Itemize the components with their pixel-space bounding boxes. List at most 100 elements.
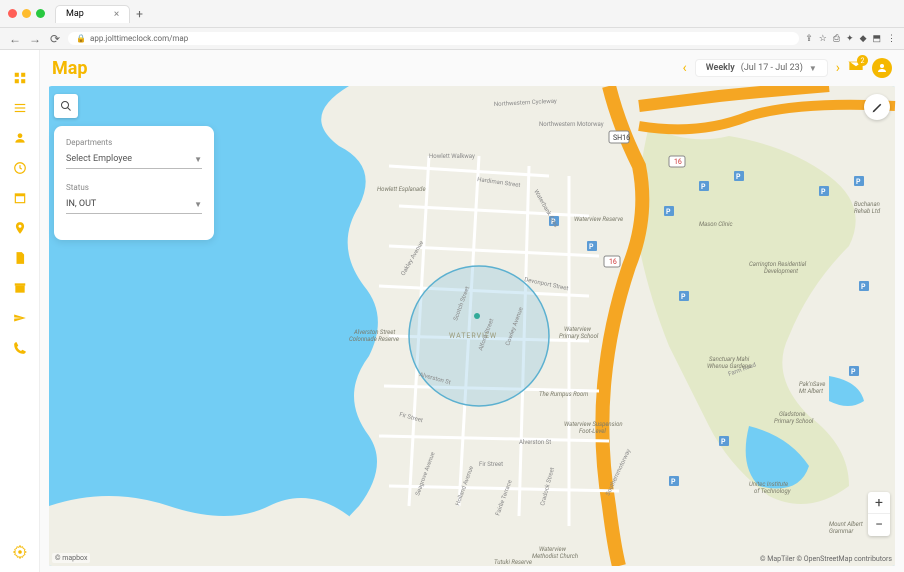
back-button[interactable]: ←	[8, 32, 22, 46]
period-select[interactable]: Weekly (Jul 17 - Jul 23) ▼	[695, 59, 828, 77]
svg-text:Howlett Walkway: Howlett Walkway	[429, 153, 475, 160]
lock-icon: 🔒	[76, 34, 86, 43]
svg-text:Unitec Institute: Unitec Institute	[749, 481, 788, 488]
period-label: Weekly	[706, 63, 735, 73]
phone-icon[interactable]	[12, 340, 28, 356]
svg-text:Mount Albert: Mount Albert	[829, 521, 863, 528]
svg-text:Mt Albert: Mt Albert	[799, 388, 823, 395]
svg-text:Alverston St: Alverston St	[519, 439, 551, 446]
extension-icon-3[interactable]: ⬒	[872, 34, 881, 44]
more-icon[interactable]: ⋮	[887, 34, 896, 44]
svg-text:P: P	[671, 478, 676, 486]
svg-text:Grammar: Grammar	[829, 528, 854, 535]
url-input[interactable]: 🔒 app.jolttimeclock.com/map	[68, 32, 799, 45]
url-actions: ⇪ ☆ ⎙ ✦ ◆ ⬒ ⋮	[805, 34, 896, 44]
departure-icon[interactable]	[12, 310, 28, 326]
close-window-icon[interactable]	[8, 9, 17, 18]
svg-text:P: P	[681, 293, 686, 301]
employee-select[interactable]: Select Employee ▼	[66, 150, 202, 169]
profile-button[interactable]	[872, 58, 892, 78]
status-value: IN, OUT	[66, 199, 96, 209]
page-title: Map	[52, 58, 88, 79]
notification-badge: 2	[857, 55, 868, 66]
chevron-down-icon: ▼	[809, 64, 817, 73]
prev-period-button[interactable]: ‹	[683, 60, 687, 76]
sidebar	[0, 50, 40, 572]
status-select[interactable]: IN, OUT ▼	[66, 195, 202, 214]
reload-button[interactable]: ⟳	[48, 32, 62, 46]
window-controls	[8, 9, 45, 18]
map[interactable]: P P P P P P P P P P P P SH16 16 1	[46, 86, 898, 566]
period-range: (Jul 17 - Jul 23)	[741, 63, 803, 73]
filter-panel: Departments Select Employee ▼ Status IN,…	[54, 126, 214, 240]
svg-text:Sanctuary Mahi: Sanctuary Mahi	[709, 356, 750, 363]
svg-text:Whenua Gardens: Whenua Gardens	[707, 363, 751, 370]
calendar-icon[interactable]	[12, 190, 28, 206]
svg-text:Methodist Church: Methodist Church	[532, 553, 578, 560]
map-attribution: © MapTiler © OpenStreetMap contributors	[760, 555, 892, 563]
svg-text:Howlett Esplanade: Howlett Esplanade	[377, 186, 426, 193]
departments-label: Departments	[66, 138, 202, 147]
svg-text:Tutuki Reserve: Tutuki Reserve	[494, 559, 532, 566]
location-icon[interactable]	[12, 220, 28, 236]
archive-icon[interactable]	[12, 280, 28, 296]
dashboard-icon[interactable]	[12, 70, 28, 86]
svg-text:16: 16	[674, 158, 682, 166]
svg-text:of Technology: of Technology	[754, 488, 791, 495]
chevron-down-icon: ▼	[194, 200, 202, 209]
new-tab-icon[interactable]: +	[136, 7, 143, 21]
minimize-window-icon[interactable]	[22, 9, 31, 18]
svg-text:Waterview: Waterview	[564, 326, 592, 333]
extension-icon-2[interactable]: ◆	[860, 34, 867, 44]
list-icon[interactable]	[12, 100, 28, 116]
svg-text:P: P	[701, 183, 706, 191]
next-period-button[interactable]: ›	[836, 60, 840, 76]
svg-text:Rehab Ltd: Rehab Ltd	[854, 208, 881, 215]
status-label: Status	[66, 183, 202, 192]
maximize-window-icon[interactable]	[36, 9, 45, 18]
clock-icon[interactable]	[12, 160, 28, 176]
svg-text:Alverston Street: Alverston Street	[353, 329, 395, 336]
browser-tab[interactable]: Map ×	[55, 5, 130, 23]
zoom-in-button[interactable]: +	[868, 492, 890, 514]
print-icon[interactable]: ⎙	[833, 34, 840, 44]
document-icon[interactable]	[12, 250, 28, 266]
map-edit-button[interactable]	[864, 94, 890, 120]
svg-text:P: P	[851, 368, 856, 376]
browser-chrome: Map × +	[0, 0, 904, 28]
mapbox-logo: © mapbox	[52, 553, 90, 563]
share-icon[interactable]: ⇪	[805, 34, 813, 44]
settings-icon[interactable]	[12, 544, 28, 560]
svg-text:P: P	[666, 208, 671, 216]
url-bar: ← → ⟳ 🔒 app.jolttimeclock.com/map ⇪ ☆ ⎙ …	[0, 28, 904, 50]
close-tab-icon[interactable]: ×	[114, 9, 119, 20]
header: Map ‹ Weekly (Jul 17 - Jul 23) ▼ › 2	[40, 50, 904, 86]
map-search-button[interactable]	[54, 94, 78, 118]
svg-text:P: P	[861, 283, 866, 291]
svg-text:16: 16	[609, 258, 617, 266]
svg-text:P: P	[821, 188, 826, 196]
zoom-out-button[interactable]: −	[868, 514, 890, 536]
svg-text:The Rumpus Room: The Rumpus Room	[539, 391, 588, 398]
svg-text:Primary School: Primary School	[774, 418, 814, 425]
people-icon[interactable]	[12, 130, 28, 146]
svg-text:Buchanan: Buchanan	[854, 201, 880, 208]
svg-text:P: P	[856, 178, 861, 186]
star-icon[interactable]: ☆	[819, 34, 827, 44]
notifications-button[interactable]: 2	[848, 58, 864, 78]
svg-text:Development: Development	[764, 268, 798, 275]
svg-text:SH16: SH16	[613, 134, 630, 142]
svg-text:Waterview Reserve: Waterview Reserve	[574, 216, 623, 223]
forward-button[interactable]: →	[28, 32, 42, 46]
svg-text:P: P	[589, 243, 594, 251]
url-text: app.jolttimeclock.com/map	[90, 34, 188, 43]
svg-text:Primary School: Primary School	[559, 333, 599, 340]
svg-text:Northwestern Motorway: Northwestern Motorway	[539, 121, 604, 128]
extension-icon[interactable]: ✦	[846, 34, 854, 44]
svg-text:Foot-Level: Foot-Level	[579, 428, 606, 435]
tab-title: Map	[66, 9, 84, 19]
main: Map ‹ Weekly (Jul 17 - Jul 23) ▼ › 2	[40, 50, 904, 572]
svg-text:Mason Clinic: Mason Clinic	[699, 221, 733, 228]
chevron-down-icon: ▼	[194, 155, 202, 164]
svg-text:P: P	[736, 173, 741, 181]
